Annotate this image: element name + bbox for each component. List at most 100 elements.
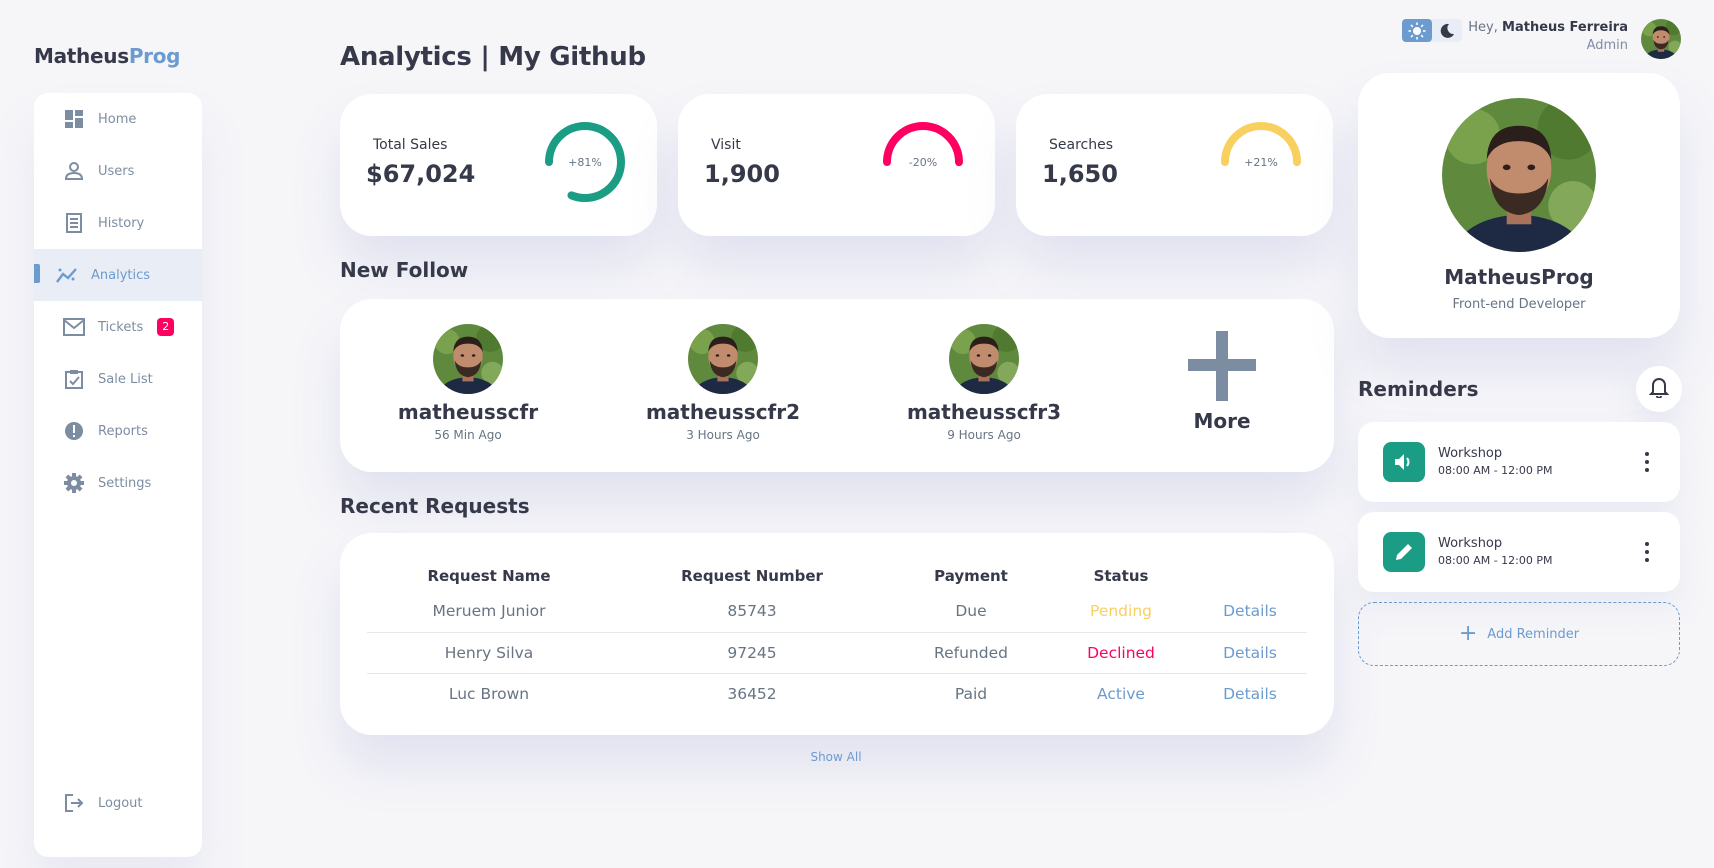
- cell-number: 85743: [611, 591, 893, 633]
- sidebar: Home Users History Analytics Tickets 2 S…: [34, 93, 202, 857]
- sidebar-item-label: Tickets: [98, 319, 144, 335]
- new-follow-card: matheusscfr 56 Min Ago matheusscfr2 3 Ho…: [340, 299, 1334, 472]
- more-vert-icon[interactable]: [1644, 452, 1650, 472]
- new-follow-title: New Follow: [340, 258, 469, 282]
- reminders-title: Reminders: [1358, 377, 1479, 401]
- receipt-icon: [63, 212, 85, 234]
- sun-icon[interactable]: [1402, 19, 1432, 42]
- reminder-item[interactable]: Workshop 08:00 AM - 12:00 PM: [1358, 422, 1680, 502]
- inventory-icon: [63, 368, 85, 390]
- greeting-text: Hey,: [1468, 20, 1498, 35]
- table-row: Luc Brown 36452 Paid Active Details: [367, 673, 1307, 714]
- more-vert-icon[interactable]: [1644, 542, 1650, 562]
- sidebar-item-label: Settings: [98, 475, 152, 491]
- logo-text: Matheus: [34, 44, 129, 68]
- more-label: More: [1193, 409, 1251, 433]
- avatar[interactable]: [1641, 19, 1681, 59]
- logout-label: Logout: [98, 795, 143, 811]
- logout-button[interactable]: Logout: [34, 777, 202, 829]
- stat-value: 1,900: [704, 160, 780, 188]
- reminder-item[interactable]: Workshop 08:00 AM - 12:00 PM: [1358, 512, 1680, 592]
- cell-name: Henry Silva: [367, 632, 611, 674]
- sidebar-item-label: Analytics: [91, 267, 151, 283]
- user-role: Admin: [1586, 38, 1628, 53]
- follower-name: matheusscfr3: [906, 400, 1062, 424]
- user-name: Matheus Ferreira: [1502, 20, 1628, 35]
- profile-role: Front-end Developer: [1452, 297, 1586, 312]
- sidebar-item-tickets[interactable]: Tickets 2: [34, 301, 202, 353]
- settings-icon: [63, 472, 85, 494]
- sidebar-item-settings[interactable]: Settings: [34, 457, 202, 509]
- mail-icon: [63, 316, 85, 338]
- reminder-time: 08:00 AM - 12:00 PM: [1438, 464, 1553, 477]
- details-link[interactable]: Details: [1193, 673, 1307, 714]
- column-header: Request Name: [427, 567, 551, 585]
- cell-payment: Due: [893, 591, 1049, 633]
- stat-label: Searches: [1049, 137, 1114, 153]
- page-title: Analytics | My Github: [340, 42, 646, 72]
- logout-icon: [63, 792, 85, 814]
- sidebar-item-analytics[interactable]: Analytics: [34, 249, 202, 301]
- details-link[interactable]: Details: [1193, 632, 1307, 674]
- recent-requests-title: Recent Requests: [340, 494, 530, 518]
- stat-value: 1,650: [1042, 160, 1118, 188]
- more-followers-button[interactable]: More: [1162, 331, 1282, 433]
- sidebar-item-home[interactable]: Home: [34, 93, 202, 145]
- stat-card-visit: Visit 1,900 -20%: [678, 94, 995, 236]
- sidebar-item-users[interactable]: Users: [34, 145, 202, 197]
- show-all-link[interactable]: Show All: [800, 750, 872, 764]
- user-greeting: Hey, Matheus Ferreira: [1468, 20, 1628, 35]
- sidebar-item-history[interactable]: History: [34, 197, 202, 249]
- table-header-row: Request Name Request Number Payment Stat…: [367, 561, 1307, 591]
- sidebar-item-reports[interactable]: Reports: [34, 405, 202, 457]
- follower-time: 3 Hours Ago: [686, 428, 760, 442]
- stat-card-total-sales: Total Sales $67,024 +81%: [340, 94, 657, 236]
- follower-time: 9 Hours Ago: [947, 428, 1021, 442]
- follower-item[interactable]: matheusscfr2 3 Hours Ago: [633, 324, 813, 442]
- status-badge: Declined: [1049, 632, 1193, 674]
- theme-toggle[interactable]: [1402, 19, 1462, 42]
- add-reminder-label: Add Reminder: [1487, 626, 1580, 642]
- stat-label: Visit: [711, 137, 741, 153]
- sidebar-item-label: Users: [98, 163, 135, 179]
- avatar: [688, 324, 758, 394]
- stat-percent: -20%: [908, 155, 938, 169]
- volume-icon: [1383, 442, 1425, 482]
- recent-requests-card: Request Name Request Number Payment Stat…: [340, 533, 1334, 735]
- add-reminder-button[interactable]: + Add Reminder: [1358, 602, 1680, 666]
- follower-item[interactable]: matheusscfr 56 Min Ago: [378, 324, 558, 442]
- logo-text-accent: Prog: [128, 44, 181, 68]
- cell-payment: Paid: [954, 684, 988, 703]
- app-logo[interactable]: MatheusProg: [34, 44, 181, 68]
- reminder-title: Workshop: [1438, 536, 1503, 551]
- bell-icon: [1648, 376, 1670, 402]
- cell-number: 36452: [727, 684, 777, 703]
- avatar: [433, 324, 503, 394]
- plus-icon: [1188, 331, 1256, 401]
- stat-percent: +81%: [568, 155, 602, 169]
- column-header: Request Number: [681, 567, 823, 585]
- notification-bell-button[interactable]: [1636, 366, 1682, 412]
- tickets-count-badge: 2: [157, 318, 175, 336]
- details-link[interactable]: Details: [1193, 591, 1307, 633]
- reminder-title: Workshop: [1438, 446, 1503, 461]
- reminder-time: 08:00 AM - 12:00 PM: [1438, 554, 1553, 567]
- table-row: Meruem Junior 85743 Due Pending Details: [367, 591, 1307, 633]
- dashboard-icon: [63, 108, 85, 130]
- cell-number: 97245: [611, 632, 893, 674]
- cell-name: Meruem Junior: [367, 591, 611, 633]
- table-row: Henry Silva 97245 Refunded Declined Deta…: [367, 632, 1307, 674]
- sidebar-item-label: Home: [98, 111, 137, 127]
- follower-item[interactable]: matheusscfr3 9 Hours Ago: [894, 324, 1074, 442]
- sidebar-item-sale-list[interactable]: Sale List: [34, 353, 202, 405]
- avatar: [949, 324, 1019, 394]
- follower-name: matheusscfr2: [645, 400, 801, 424]
- cell-name: Luc Brown: [448, 684, 530, 703]
- moon-icon[interactable]: [1432, 19, 1462, 42]
- stat-label: Total Sales: [373, 137, 448, 153]
- profile-name: MatheusProg: [1444, 265, 1594, 289]
- profile-card: MatheusProg Front-end Developer: [1358, 73, 1680, 338]
- cell-payment: Refunded: [893, 632, 1049, 674]
- edit-icon: [1383, 532, 1425, 572]
- person-icon: [63, 160, 85, 182]
